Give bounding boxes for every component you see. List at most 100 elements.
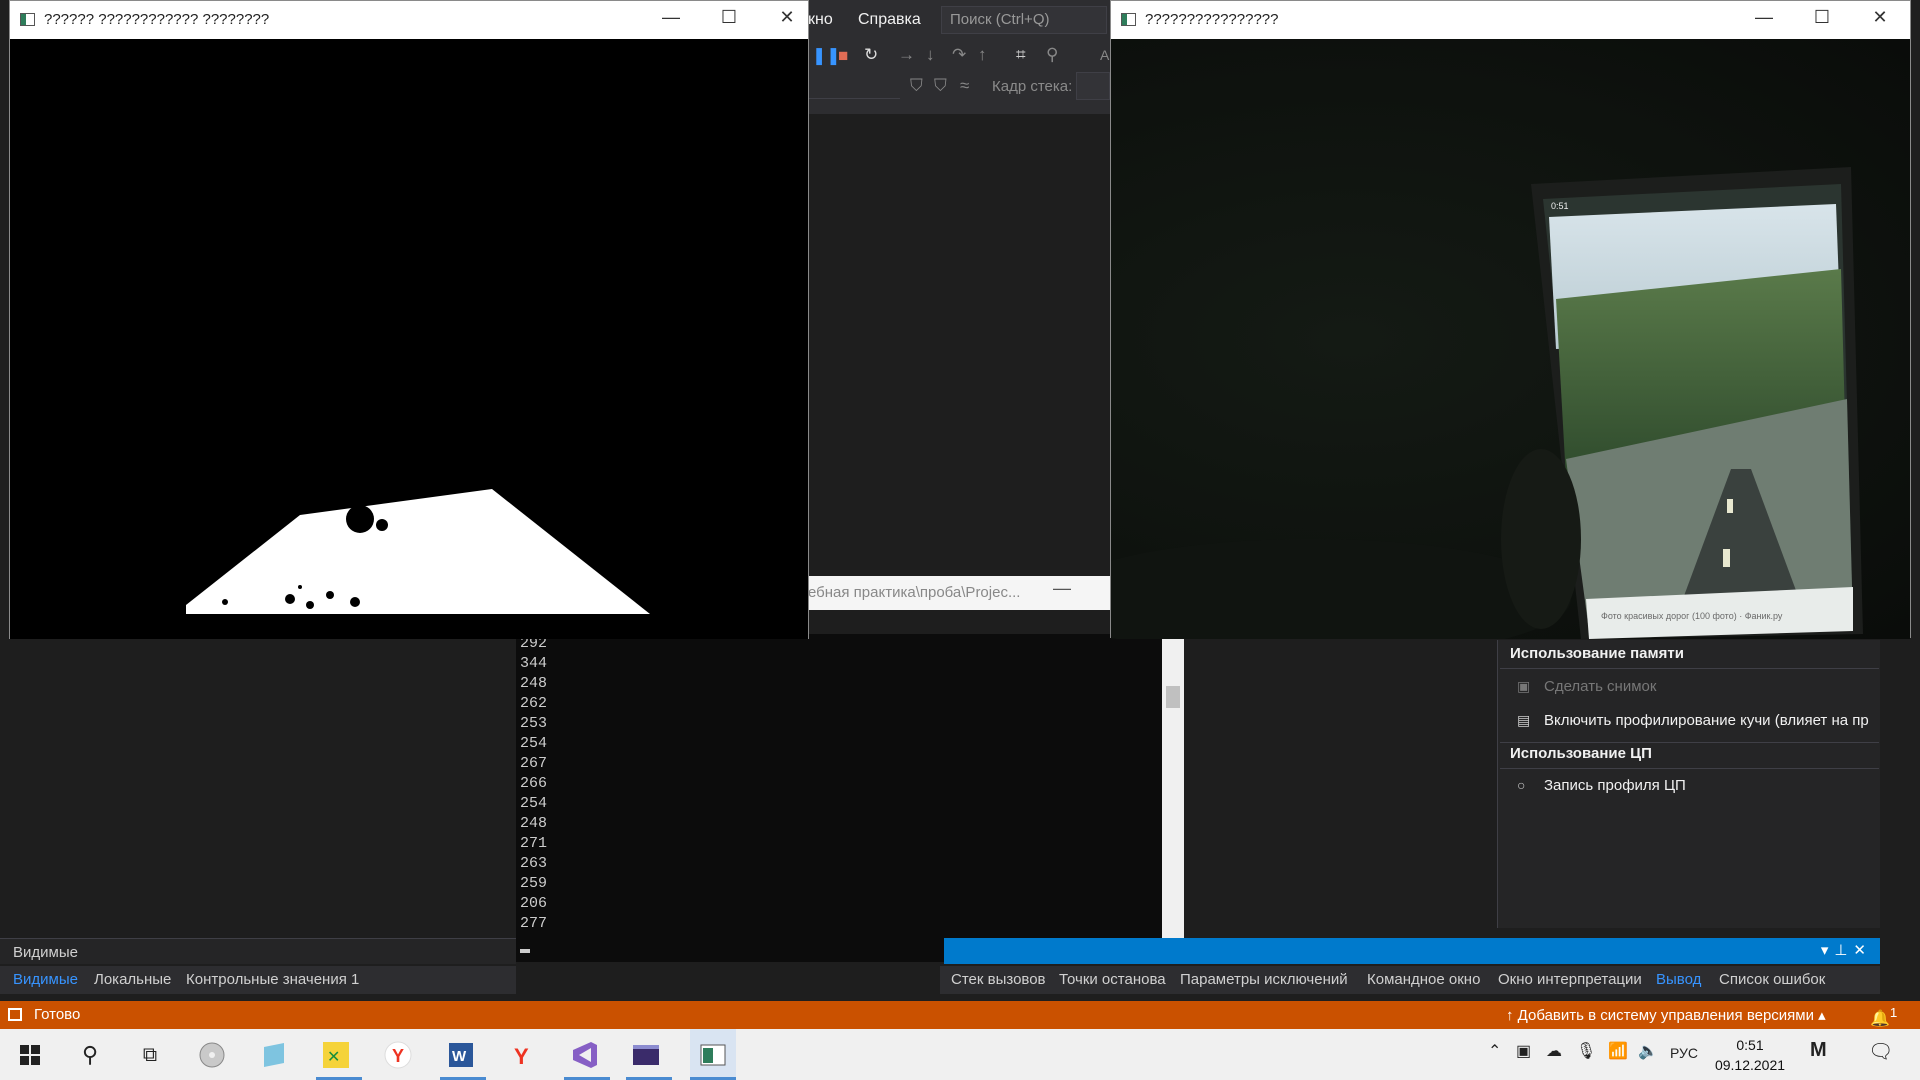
menu-window[interactable]: кно (808, 11, 833, 29)
tab-locals[interactable]: Локальные (94, 971, 171, 988)
console-line: 259 (520, 875, 548, 892)
heap-icon: ▤ (1517, 712, 1531, 728)
filter-icon[interactable]: ⛉ (910, 76, 923, 96)
record-icon: ○ (1517, 777, 1526, 793)
visual-studio-icon[interactable] (566, 1037, 602, 1073)
stop-icon[interactable]: ■ (838, 46, 848, 66)
tab-command-window[interactable]: Командное окно (1367, 971, 1480, 988)
yandex-icon[interactable]: Y (504, 1037, 540, 1073)
close-icon[interactable]: ✕ (775, 7, 799, 28)
step-over-icon[interactable]: ↷ (952, 45, 966, 65)
mask-window-titlebar[interactable]: ?????? ???????????? ???????? — ☐ ✕ (10, 1, 808, 39)
tray-app-icon[interactable]: ▣ (1516, 1041, 1531, 1061)
clock[interactable]: 0:51 09.12.2021 (1712, 1035, 1788, 1075)
hex-icon[interactable]: ⌗ (1016, 45, 1026, 65)
autos-panel: Видимые (0, 938, 516, 964)
filter-clear-icon[interactable]: ⛉ (934, 76, 947, 96)
console-line: 267 (520, 755, 548, 772)
action-center-icon[interactable]: 🗨 (1868, 1039, 1893, 1064)
camera-feed: Фото красивых дорог (100 фото) · Фаник.р… (1111, 39, 1910, 639)
minimize-icon[interactable]: — (1752, 7, 1776, 28)
tab-error-list[interactable]: Список ошибок (1719, 971, 1825, 988)
mask-window[interactable]: ?????? ???????????? ???????? — ☐ ✕ (9, 0, 809, 639)
tab-exception-settings[interactable]: Параметры исключений (1180, 971, 1348, 988)
divider (1500, 768, 1879, 769)
step-arrow-icon[interactable]: → (898, 45, 915, 65)
mask-image (10, 39, 808, 639)
pause-icon[interactable]: ❚❚ (812, 46, 841, 66)
keyboard-layout-icon[interactable]: M (1810, 1039, 1827, 1062)
tab-call-stack[interactable]: Стек вызовов (951, 971, 1046, 988)
bottom-tabs-left: Видимые Локальные Контрольные значения 1 (0, 966, 516, 994)
stack-frame-combo[interactable] (1076, 72, 1110, 100)
svg-text:Y: Y (392, 1046, 404, 1066)
process-combo[interactable] (808, 75, 900, 99)
word-icon[interactable]: W (442, 1037, 478, 1073)
camera-icon: ▣ (1517, 678, 1531, 694)
stack-frame-label: Кадр стека: (992, 78, 1073, 95)
maximize-icon[interactable]: ☐ (717, 7, 741, 28)
divider (1500, 742, 1879, 743)
console-scrollbar[interactable]: ⌄ (1162, 634, 1184, 962)
cpu-record-button[interactable]: Запись профиля ЦП (1544, 777, 1686, 794)
maximize-icon[interactable]: ☐ (1810, 7, 1834, 28)
tab-output[interactable]: Вывод (1656, 971, 1701, 988)
notifications-count: 1 (1889, 1005, 1898, 1020)
language-indicator[interactable]: РУС (1670, 1045, 1698, 1061)
notes-app-icon[interactable] (256, 1037, 292, 1073)
console-path-text: ебная практика\проба\Projec... (808, 584, 1021, 601)
console-line: 248 (520, 675, 548, 692)
scrollbar-thumb[interactable] (1166, 686, 1180, 708)
minimize-icon[interactable]: — (659, 7, 683, 28)
console-output: ⌄ 29234424826225325426726625424827126325… (516, 634, 1184, 962)
camera-window-titlebar[interactable]: ???????????????? — ☐ ✕ (1111, 1, 1910, 39)
panel-controls-icon[interactable]: ▾⊥✕ (1821, 941, 1872, 959)
notifications-icon[interactable]: 🔔1 (1870, 1005, 1897, 1028)
add-to-source-control[interactable]: ↑ Добавить в систему управления версиями… (1506, 1006, 1826, 1024)
step-out-icon[interactable]: ↑ (978, 45, 987, 65)
bottom-tabs-right: Стек вызовов Точки останова Параметры искл… (940, 966, 1880, 994)
restart-icon[interactable]: ↻ (864, 45, 878, 65)
search-input[interactable]: Поиск (Ctrl+Q) (941, 6, 1107, 34)
cloud-icon[interactable]: ☁ (1546, 1041, 1562, 1061)
menu-help[interactable]: Справка (858, 11, 921, 29)
yandex-browser-icon[interactable]: Y (380, 1037, 416, 1073)
console-line: 206 (520, 895, 548, 912)
tab-immediate-window[interactable]: Окно интерпретации (1498, 971, 1642, 988)
phone-time: 0:51 (1551, 201, 1569, 211)
console-cursor (520, 949, 530, 953)
wifi-icon[interactable]: 📶 (1608, 1041, 1628, 1061)
microphone-icon[interactable]: 🎙 (1576, 1041, 1596, 1061)
svg-text:Y: Y (514, 1044, 529, 1069)
heap-profiling-button[interactable]: Включить профилирование кучи (влияет на … (1544, 712, 1869, 729)
tab-watch1[interactable]: Контрольные значения 1 (186, 971, 359, 988)
opencv-window-icon[interactable] (690, 1029, 736, 1080)
start-button[interactable] (12, 1037, 48, 1073)
thread-icon[interactable]: ≈ (960, 76, 969, 96)
console-line: 254 (520, 735, 548, 752)
disc-app-icon[interactable] (194, 1037, 230, 1073)
tray-expand-icon[interactable]: ⌃ (1488, 1041, 1501, 1061)
task-view-icon[interactable]: ⧉ (132, 1037, 168, 1073)
volume-icon[interactable]: 🔈 (1638, 1041, 1658, 1061)
pin-icon[interactable]: ⚲ (1046, 45, 1058, 65)
console-line: 248 (520, 815, 548, 832)
camera-window[interactable]: ???????????????? — ☐ ✕ Фото красивых дор… (1110, 0, 1911, 639)
tab-breakpoints[interactable]: Точки останова (1059, 971, 1166, 988)
step-into-icon[interactable]: ↓ (926, 45, 935, 65)
taskbar: ⚲ ⧉ ✕ Y W Y ⌃ ▣ ☁ 🎙 📶 🔈 РУС 0:51 09.12.2… (0, 1029, 1920, 1080)
close-icon[interactable]: ✕ (1868, 7, 1892, 28)
xml-app-icon[interactable]: ✕ (318, 1037, 354, 1073)
divider (1500, 668, 1879, 669)
take-snapshot-button[interactable]: Сделать снимок (1544, 678, 1656, 695)
search-icon[interactable]: ⚲ (72, 1037, 108, 1073)
console-line: 271 (520, 835, 548, 852)
clock-date: 09.12.2021 (1714, 1057, 1786, 1073)
tab-autos[interactable]: Видимые (13, 971, 78, 988)
mask-window-title: ?????? ???????????? ???????? (44, 11, 270, 28)
console-line: 266 (520, 775, 548, 792)
console-app-icon[interactable] (628, 1037, 664, 1073)
autos-panel-title: Видимые (13, 944, 78, 961)
vcs-label: Добавить в систему управления версиями (1517, 1007, 1814, 1024)
minimize-icon[interactable]: — (1053, 578, 1071, 599)
